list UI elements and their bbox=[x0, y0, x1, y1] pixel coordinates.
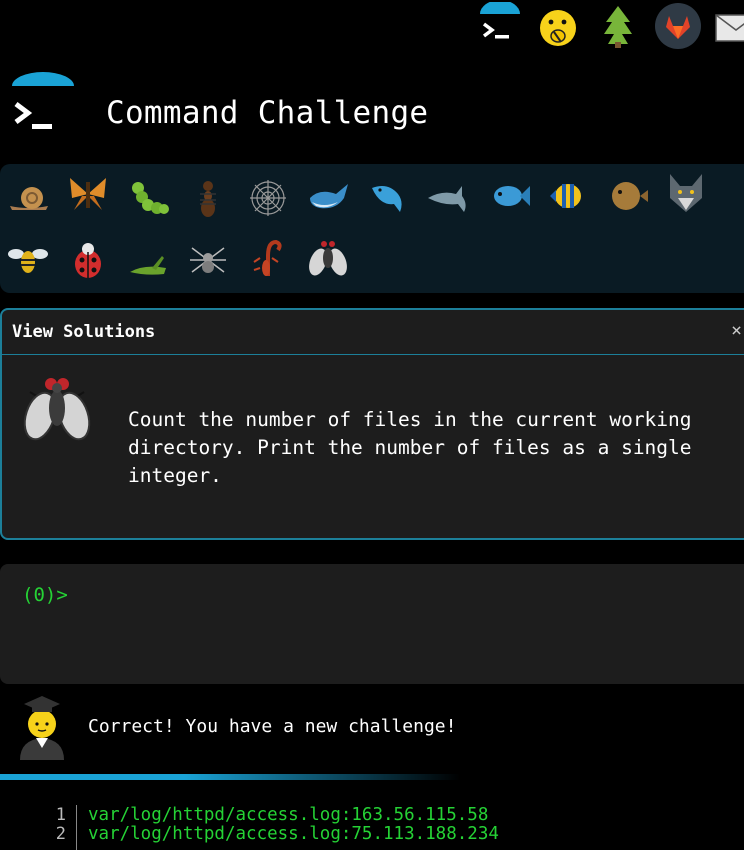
graduate-avatar-icon bbox=[20, 696, 64, 760]
close-icon[interactable]: × bbox=[731, 320, 742, 341]
feedback-message: Correct! You have a new challenge! bbox=[88, 716, 457, 737]
fish-icon[interactable] bbox=[486, 174, 530, 218]
ladybug-icon[interactable] bbox=[66, 238, 110, 282]
whale-blue-icon[interactable] bbox=[366, 174, 410, 218]
terminal-prompt: (0)> bbox=[22, 584, 68, 606]
terminal-input-area[interactable]: (0)> bbox=[0, 564, 744, 684]
line-text: var/log/httpd/access.log:75.113.188.234 bbox=[88, 824, 499, 844]
spider-icon[interactable] bbox=[186, 238, 230, 282]
terminal-icon[interactable] bbox=[476, 2, 524, 50]
spider-web-icon[interactable] bbox=[246, 176, 290, 220]
scorpion-icon[interactable] bbox=[246, 236, 290, 280]
blowfish-icon[interactable] bbox=[606, 174, 650, 218]
view-solutions-header[interactable]: View Solutions bbox=[2, 310, 744, 355]
tropical-fish-icon[interactable] bbox=[546, 174, 590, 218]
mail-icon[interactable] bbox=[712, 2, 744, 50]
gitlab-icon[interactable] bbox=[654, 2, 702, 50]
fly-icon bbox=[23, 378, 91, 441]
line-separator bbox=[76, 824, 77, 850]
top-nav bbox=[470, 0, 744, 56]
line-number: 2 bbox=[55, 824, 66, 844]
ant-icon[interactable] bbox=[186, 176, 230, 220]
butterfly-icon[interactable] bbox=[66, 172, 110, 216]
solutions-panel: View Solutions × Count the number of fil… bbox=[0, 308, 744, 540]
divider bbox=[0, 774, 460, 780]
challenge-description: Count the number of files in the current… bbox=[128, 408, 692, 487]
view-solutions-title[interactable]: View Solutions bbox=[12, 322, 155, 342]
page-title: Command Challenge bbox=[106, 95, 429, 131]
caterpillar-icon[interactable] bbox=[126, 176, 170, 220]
line-text: var/log/httpd/access.log:163.56.115.58 bbox=[88, 805, 489, 825]
dolphin-icon[interactable] bbox=[426, 176, 470, 220]
surprised-face-icon[interactable] bbox=[534, 2, 582, 50]
terminal-logo-icon[interactable] bbox=[10, 72, 76, 138]
wolf-icon[interactable] bbox=[664, 170, 708, 214]
output-line: 2 var/log/httpd/access.log:75.113.188.23… bbox=[0, 824, 744, 850]
snail-icon[interactable] bbox=[6, 174, 50, 218]
line-number: 1 bbox=[55, 805, 66, 825]
whale-icon[interactable] bbox=[306, 174, 350, 218]
tree-icon[interactable] bbox=[594, 2, 642, 50]
bee-icon[interactable] bbox=[6, 238, 50, 282]
challenge-creature-strip bbox=[0, 164, 744, 293]
fly-icon[interactable] bbox=[306, 236, 350, 280]
cricket-icon[interactable] bbox=[126, 242, 170, 286]
